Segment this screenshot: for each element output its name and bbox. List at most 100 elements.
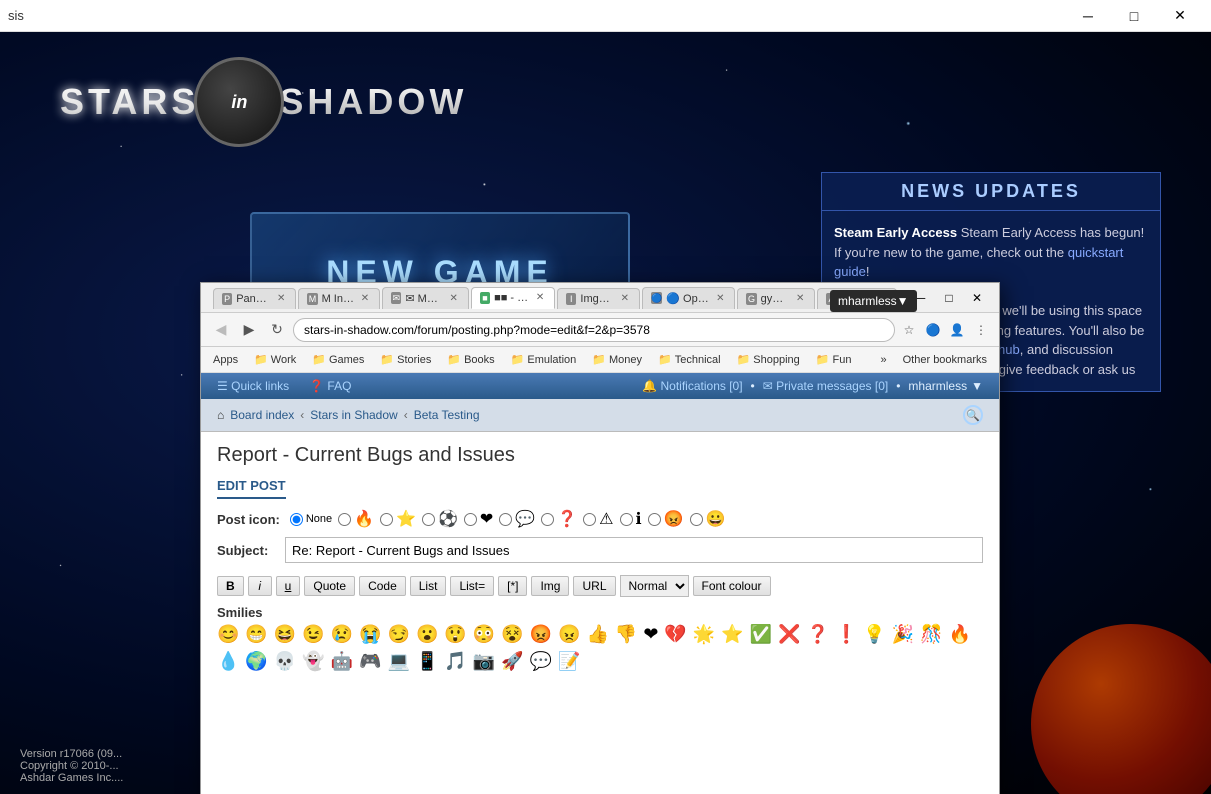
smiley-34[interactable]: 📱	[416, 651, 438, 672]
tab-close-pandora[interactable]: ✕	[275, 293, 287, 304]
icon-info-radio[interactable]	[620, 513, 633, 526]
tab-close-edit[interactable]: ✕	[534, 292, 546, 303]
smiley-29[interactable]: 💀	[274, 651, 296, 672]
icon-speech-option[interactable]: 💬	[499, 509, 535, 529]
smiley-20[interactable]: ❌	[778, 624, 800, 645]
forum-search-button[interactable]: 🔍	[963, 405, 983, 425]
smiley-24[interactable]: 🎉	[892, 624, 914, 645]
icon-flame-radio[interactable]	[338, 513, 351, 526]
smiley-1[interactable]: 😁	[245, 624, 267, 645]
underline-button[interactable]: u	[276, 576, 301, 596]
smiley-25[interactable]: 🎊	[920, 624, 942, 645]
icon-flame-option[interactable]: 🔥	[338, 509, 374, 529]
bookmark-games[interactable]: 📁Games	[308, 351, 368, 368]
icon-none-option[interactable]: None	[290, 513, 332, 526]
smiley-36[interactable]: 📷	[473, 651, 495, 672]
bookmark-technical[interactable]: 📁Technical	[654, 351, 725, 368]
smiley-39[interactable]: 📝	[558, 651, 580, 672]
bookmark-work[interactable]: 📁Work	[250, 351, 300, 368]
smiley-13[interactable]: 👍	[586, 624, 608, 645]
bookmark-shopping[interactable]: 📁Shopping	[733, 351, 804, 368]
font-color-button[interactable]: Font colour	[693, 576, 771, 596]
smiley-14[interactable]: 👎	[615, 624, 637, 645]
icon-soccer-radio[interactable]	[422, 513, 435, 526]
browser-maximize-btn[interactable]: □	[935, 287, 963, 309]
forward-button[interactable]: ▶	[237, 318, 261, 342]
smiley-5[interactable]: 😭	[359, 624, 381, 645]
icon-question-radio[interactable]	[541, 513, 554, 526]
tab-close-mail[interactable]: ✕	[447, 293, 459, 304]
notifications-link[interactable]: 🔔 Notifications [0]	[642, 379, 742, 393]
icon-info-option[interactable]: ℹ	[620, 509, 642, 529]
smiley-8[interactable]: 😲	[444, 624, 466, 645]
board-index-link[interactable]: Board index	[230, 408, 294, 422]
icon-angry-option[interactable]: 😡	[648, 509, 684, 529]
icon-star-radio[interactable]	[380, 513, 393, 526]
smiley-7[interactable]: 😮	[416, 624, 438, 645]
smiley-23[interactable]: 💡	[863, 624, 885, 645]
list-button[interactable]: List	[410, 576, 447, 596]
icon-speech-radio[interactable]	[499, 513, 512, 526]
refresh-button[interactable]: ↻	[265, 318, 289, 342]
smiley-37[interactable]: 🚀	[501, 651, 523, 672]
tab-close-gyra[interactable]: ✕	[794, 293, 806, 304]
maximize-button[interactable]: □	[1111, 0, 1157, 32]
hub-link[interactable]: hub	[998, 342, 1020, 357]
icon-warning-option[interactable]: ⚠	[583, 509, 613, 529]
beta-testing-link[interactable]: Beta Testing	[414, 408, 480, 422]
browser-close-btn[interactable]: ✕	[963, 287, 991, 309]
smiley-21[interactable]: ❓	[807, 624, 829, 645]
code-button[interactable]: Code	[359, 576, 406, 596]
bookmark-emulation[interactable]: 📁Emulation	[507, 351, 581, 368]
tab-azqg[interactable]: AAzqG...✕	[817, 288, 897, 309]
minimize-button[interactable]: ─	[1065, 0, 1111, 32]
list-eq-button[interactable]: List=	[450, 576, 494, 596]
smiley-15[interactable]: ❤	[643, 624, 658, 645]
bold-button[interactable]: B	[217, 576, 244, 596]
extensions-icon[interactable]: 🔵	[923, 320, 943, 340]
smiley-33[interactable]: 💻	[388, 651, 410, 672]
back-button[interactable]: ◀	[209, 318, 233, 342]
smiley-11[interactable]: 😡	[530, 624, 552, 645]
tab-close-options[interactable]: ✕	[714, 293, 726, 304]
smiley-0[interactable]: 😊	[217, 624, 239, 645]
subject-input[interactable]	[285, 537, 983, 563]
icon-angry-radio[interactable]	[648, 513, 661, 526]
icon-happy-radio[interactable]	[690, 513, 703, 526]
bookmark-books[interactable]: 📁Books	[443, 351, 498, 368]
smiley-12[interactable]: 😠	[558, 624, 580, 645]
smiley-4[interactable]: 😢	[331, 624, 353, 645]
smiley-19[interactable]: ✅	[750, 624, 772, 645]
private-messages-link[interactable]: ✉ Private messages [0]	[763, 379, 888, 393]
icon-heart-radio[interactable]	[464, 513, 477, 526]
settings-icon[interactable]: ⋮	[971, 320, 991, 340]
img-button[interactable]: Img	[531, 576, 569, 596]
tab-pandora[interactable]: PPando...✕	[213, 288, 296, 309]
smiley-17[interactable]: 🌟	[693, 624, 715, 645]
tab-options[interactable]: 🔵🔵 Optio...✕	[642, 287, 735, 309]
smiley-10[interactable]: 😵	[501, 624, 523, 645]
bookmark-apps[interactable]: Apps	[209, 352, 242, 368]
address-input[interactable]	[293, 318, 895, 342]
special-button[interactable]: [*]	[498, 576, 527, 596]
tab-edit[interactable]: ■■■ - Edit✕	[471, 287, 555, 309]
icon-question-option[interactable]: ❓	[541, 509, 577, 529]
other-bookmarks-button[interactable]: Other bookmarks	[899, 352, 991, 368]
smiley-18[interactable]: ⭐	[721, 624, 743, 645]
bookmark-star-icon[interactable]: ☆	[899, 320, 919, 340]
quick-links-link[interactable]: ☰ Quick links	[217, 379, 289, 393]
tab-close-inbox[interactable]: ✕	[359, 293, 371, 304]
icon-heart-option[interactable]: ❤	[464, 509, 493, 529]
smiley-9[interactable]: 😳	[473, 624, 495, 645]
italic-button[interactable]: i	[248, 576, 272, 596]
profile-icon[interactable]: 👤	[947, 320, 967, 340]
smiley-26[interactable]: 🔥	[949, 624, 971, 645]
url-button[interactable]: URL	[573, 576, 615, 596]
stars-in-shadow-link[interactable]: Stars in Shadow	[310, 408, 397, 422]
format-select[interactable]: Normal	[620, 575, 689, 597]
tab-close-azqg[interactable]: ✕	[876, 293, 888, 304]
smiley-16[interactable]: 💔	[664, 624, 686, 645]
icon-happy-option[interactable]: 😀	[690, 509, 726, 529]
icon-warning-radio[interactable]	[583, 513, 596, 526]
user-dropdown-icon[interactable]: ▼	[971, 379, 983, 393]
